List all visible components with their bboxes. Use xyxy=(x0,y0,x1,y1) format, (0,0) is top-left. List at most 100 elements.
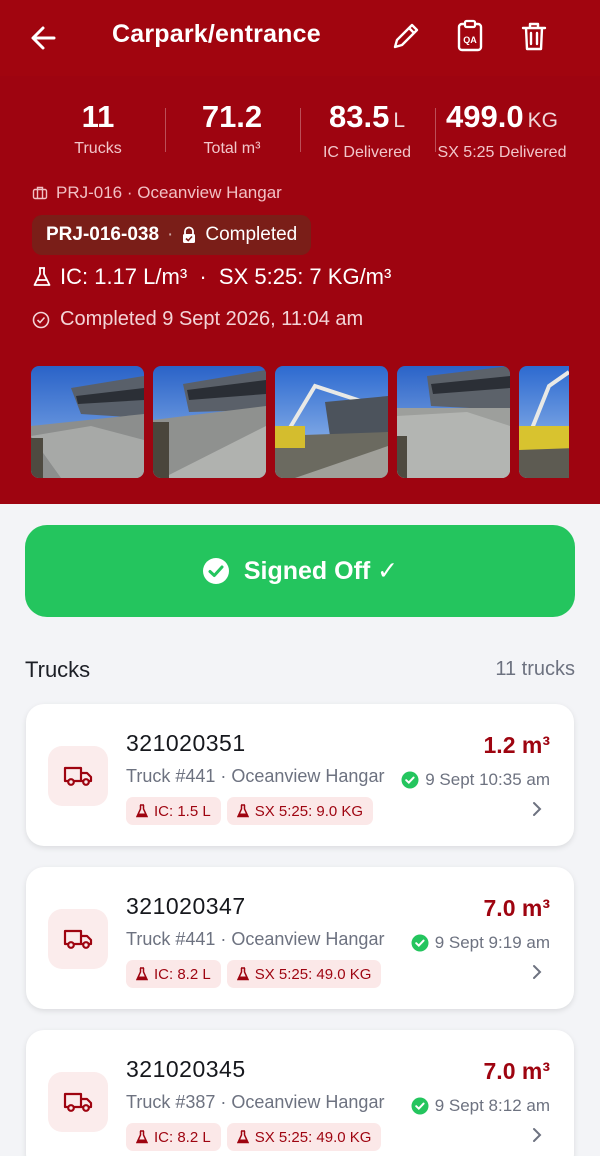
check-circle-filled-icon xyxy=(411,934,429,952)
flask-icon xyxy=(236,1130,249,1144)
separator: · xyxy=(167,224,174,245)
svg-text:QA: QA xyxy=(463,35,477,45)
truck-count: 11 trucks xyxy=(495,658,575,680)
stat-label: Total m³ xyxy=(203,140,261,157)
sx-value: SX 5:25: 49.0 KG xyxy=(254,965,372,983)
check-circle-filled-icon xyxy=(411,1097,429,1115)
flask-icon xyxy=(236,804,249,818)
stat-total-volume: 71.2 Total m³ xyxy=(172,96,292,160)
qa-clipboard-icon: QA xyxy=(457,19,483,52)
chevron-right-icon xyxy=(533,802,542,816)
site-photo[interactable] xyxy=(397,366,510,478)
ic-tag: IC: 8.2 L xyxy=(126,1123,221,1151)
sx-value: SX 5:25: 49.0 KG xyxy=(254,1128,372,1146)
delivery-time: 9 Sept 10:35 am xyxy=(401,770,550,790)
top-bar: Carpark/entrance QA xyxy=(0,0,600,76)
stat-label: Trucks xyxy=(74,140,122,157)
stat-unit: KG xyxy=(527,109,558,132)
back-button[interactable] xyxy=(26,20,62,56)
ic-value: IC: 8.2 L xyxy=(154,965,211,983)
qa-button[interactable]: QA xyxy=(452,18,488,54)
stat-label: SX 5:25 Delivered xyxy=(437,144,567,161)
flask-icon xyxy=(136,804,148,818)
section-title: Trucks xyxy=(25,657,91,682)
trash-icon xyxy=(521,22,547,51)
site-photo[interactable] xyxy=(519,366,569,478)
stat-ic-delivered: 83.5 L IC Delivered xyxy=(307,96,427,164)
site-photo[interactable] xyxy=(275,366,388,478)
ic-tag: IC: 1.5 L xyxy=(126,797,221,825)
truck-icon xyxy=(48,746,108,806)
ticket-number: 321020351 xyxy=(126,730,246,756)
lock-check-icon xyxy=(183,226,196,243)
time-text: 9 Sept 9:19 am xyxy=(434,933,550,952)
delivery-time: 9 Sept 8:12 am xyxy=(411,1096,550,1116)
signed-off-label: Signed Off ✓ xyxy=(243,557,399,585)
chevron-right-icon xyxy=(533,965,542,979)
metrics-text: IC: 1.17 L/m³ · SX 5:25: 7 KG/m³ xyxy=(60,264,392,289)
delivery-time: 9 Sept 9:19 am xyxy=(411,933,550,953)
stat-value: 83.5 xyxy=(328,99,390,134)
flask-icon xyxy=(236,967,249,981)
ic-value: IC: 8.2 L xyxy=(154,1128,211,1146)
stat-label: IC Delivered xyxy=(322,144,412,161)
truck-icon xyxy=(48,1072,108,1132)
project-label: PRJ-016 · Oceanview Hangar xyxy=(56,183,282,202)
edit-button[interactable] xyxy=(388,18,424,54)
truck-card[interactable]: 321020351 Truck #441 · Oceanview Hangar … xyxy=(26,704,574,846)
stat-value: 71.2 xyxy=(201,99,263,134)
job-code: PRJ-016-038 xyxy=(46,224,160,245)
divider xyxy=(165,108,166,152)
sx-tag: SX 5:25: 49.0 KG xyxy=(226,1123,382,1151)
stat-value: 11 xyxy=(81,99,115,134)
job-status-pill: PRJ-016-038 · Completed xyxy=(32,215,312,255)
summary-stats: 11 Trucks 71.2 Total m³ 83.5 L IC Deliver… xyxy=(0,96,600,166)
time-text: 9 Sept 10:35 am xyxy=(425,770,550,789)
truck-description: Truck #387 · Oceanview Hangar xyxy=(126,1092,385,1112)
delete-button[interactable] xyxy=(516,18,552,54)
truck-description: Truck #441 · Oceanview Hangar xyxy=(126,766,385,786)
truck-card[interactable]: 321020347 Truck #441 · Oceanview Hangar … xyxy=(26,867,574,1009)
stat-unit: L xyxy=(393,109,406,132)
sx-tag: SX 5:25: 49.0 KG xyxy=(226,960,382,988)
check-circle-filled-icon xyxy=(202,558,229,584)
check-circle-icon xyxy=(32,311,50,328)
check-circle-filled-icon xyxy=(401,771,419,789)
page-title: Carpark/entrance xyxy=(112,20,321,48)
ticket-number: 321020345 xyxy=(126,1056,246,1082)
dosage-tags: IC: 8.2 L SX 5:25: 49.0 KG xyxy=(126,960,382,988)
briefcase-icon xyxy=(32,186,48,200)
ic-value: IC: 1.5 L xyxy=(154,802,211,820)
dosage-tags: IC: 1.5 L SX 5:25: 9.0 KG xyxy=(126,797,374,825)
stat-sx-delivered: 499.0 KG SX 5:25 Delivered xyxy=(432,96,572,164)
project-info: PRJ-016 · Oceanview Hangar xyxy=(32,183,282,203)
stat-trucks: 11 Trucks xyxy=(48,96,148,160)
dosage-tags: IC: 8.2 L SX 5:25: 49.0 KG xyxy=(126,1123,382,1151)
ticket-number: 321020347 xyxy=(126,893,246,919)
truck-description: Truck #441 · Oceanview Hangar xyxy=(126,929,385,949)
site-photo[interactable] xyxy=(31,366,144,478)
flask-icon xyxy=(136,1130,148,1144)
divider xyxy=(300,108,301,152)
flask-icon xyxy=(136,967,148,981)
sx-tag: SX 5:25: 9.0 KG xyxy=(226,797,374,825)
job-header: Carpark/entrance QA 11 Trucks 71.2 Total… xyxy=(0,0,600,504)
arrow-left-icon xyxy=(31,26,56,50)
truck-card[interactable]: 321020345 Truck #387 · Oceanview Hangar … xyxy=(26,1030,574,1156)
photo-strip[interactable] xyxy=(31,366,569,478)
site-photo[interactable] xyxy=(153,366,266,478)
ic-tag: IC: 8.2 L xyxy=(126,960,221,988)
sx-value: SX 5:25: 9.0 KG xyxy=(254,802,364,820)
truck-volume: 1.2 m³ xyxy=(483,732,550,758)
signed-off-button[interactable]: Signed Off ✓ xyxy=(25,525,575,617)
time-text: 9 Sept 8:12 am xyxy=(434,1096,550,1115)
completed-info: Completed 9 Sept 2026, 11:04 am xyxy=(32,308,363,331)
truck-volume: 7.0 m³ xyxy=(483,1058,550,1084)
flask-icon xyxy=(33,267,51,286)
truck-icon xyxy=(48,909,108,969)
dosage-metrics: IC: 1.17 L/m³ · SX 5:25: 7 KG/m³ xyxy=(32,264,391,290)
truck-volume: 7.0 m³ xyxy=(483,895,550,921)
completed-text: Completed 9 Sept 2026, 11:04 am xyxy=(60,308,364,330)
pencil-icon xyxy=(393,23,419,49)
stat-value: 499.0 xyxy=(446,99,524,134)
